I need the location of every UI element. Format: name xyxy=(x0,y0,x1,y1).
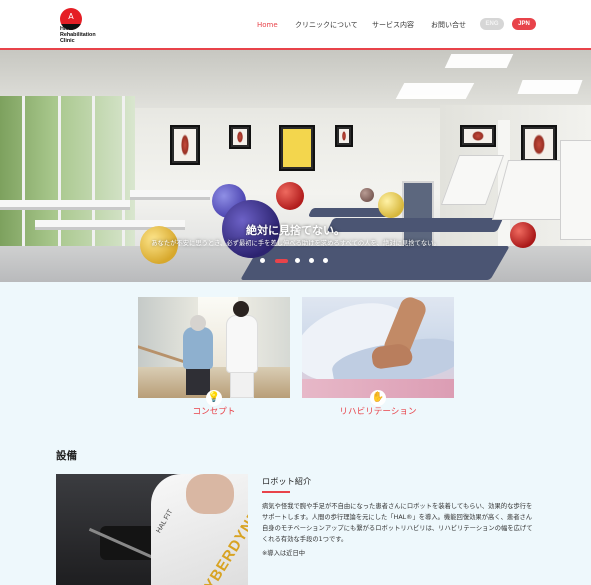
slider-dot-5[interactable] xyxy=(323,258,328,263)
skylight xyxy=(517,80,583,94)
anatomy-poster xyxy=(460,125,496,147)
nav-services[interactable]: サービス内容 xyxy=(372,20,414,30)
anatomy-poster xyxy=(229,125,251,149)
anatomy-poster xyxy=(170,125,200,165)
exercise-ball xyxy=(360,188,374,202)
rehabilitation-label: リハビリテーション xyxy=(339,407,417,417)
slider-dots xyxy=(0,258,591,264)
yellow-poster xyxy=(279,125,315,171)
main-nav: Home クリニックについて サービス内容 お問い合せ ENG JPN xyxy=(0,17,591,33)
robot-photo: HAL FIT CYBERDYNE xyxy=(56,474,248,585)
exercise-ball xyxy=(276,182,304,210)
nav-contact[interactable]: お問い合せ xyxy=(431,20,466,30)
skylight xyxy=(444,54,514,68)
slider-dot-4[interactable] xyxy=(309,258,314,263)
anatomy-poster xyxy=(335,125,353,147)
rehabilitation-card[interactable]: ✋ リハビリテーション xyxy=(302,297,454,419)
therapy-bed xyxy=(0,200,130,210)
lightbulb-icon: 💡 xyxy=(206,390,222,406)
lang-jpn-button[interactable]: JPN xyxy=(512,18,536,30)
hero-subtitle: あなたが不安に思うとき、必ず最初に手を差し伸べる助けを求めるすべての人を、絶対に… xyxy=(151,240,440,247)
concept-label: コンセプト xyxy=(192,407,236,417)
hero-slider[interactable]: 絶対に見捨てない。 あなたが不安に思うとき、必ず最初に手を差し伸べる助けを求める… xyxy=(0,50,591,282)
slider-dot-3[interactable] xyxy=(295,258,300,263)
anatomy-poster xyxy=(521,125,557,163)
concept-photo xyxy=(138,297,290,398)
therapy-bed xyxy=(130,190,210,200)
lang-eng-button[interactable]: ENG xyxy=(480,18,504,30)
robot-intro-title: ロボット紹介 xyxy=(262,476,312,486)
title-underline xyxy=(262,491,290,493)
concept-card[interactable]: 💡 コンセプト xyxy=(138,297,290,419)
hero-title: 絶対に見捨てない。 xyxy=(246,224,345,237)
robot-intro-text: 病気や怪我で腕や手足が不自由になった患者さんにロボットを装着してもらい、効果的な… xyxy=(262,503,533,543)
slider-dot-1[interactable] xyxy=(260,258,265,263)
equipment-section-title: 設備 xyxy=(56,450,77,462)
nav-home[interactable]: Home xyxy=(257,20,278,30)
skylight xyxy=(395,83,475,99)
robot-intro-note: ※導入は近日中 xyxy=(262,550,306,557)
nav-about-clinic[interactable]: クリニックについて xyxy=(295,20,358,30)
site-header: A HMW Rehabilitation Clinic Home クリニックにつ… xyxy=(0,0,591,50)
rehabilitation-photo xyxy=(302,297,454,398)
exercise-ball xyxy=(378,192,404,218)
slider-dot-2[interactable] xyxy=(275,259,288,263)
hand-icon: ✋ xyxy=(370,390,386,406)
